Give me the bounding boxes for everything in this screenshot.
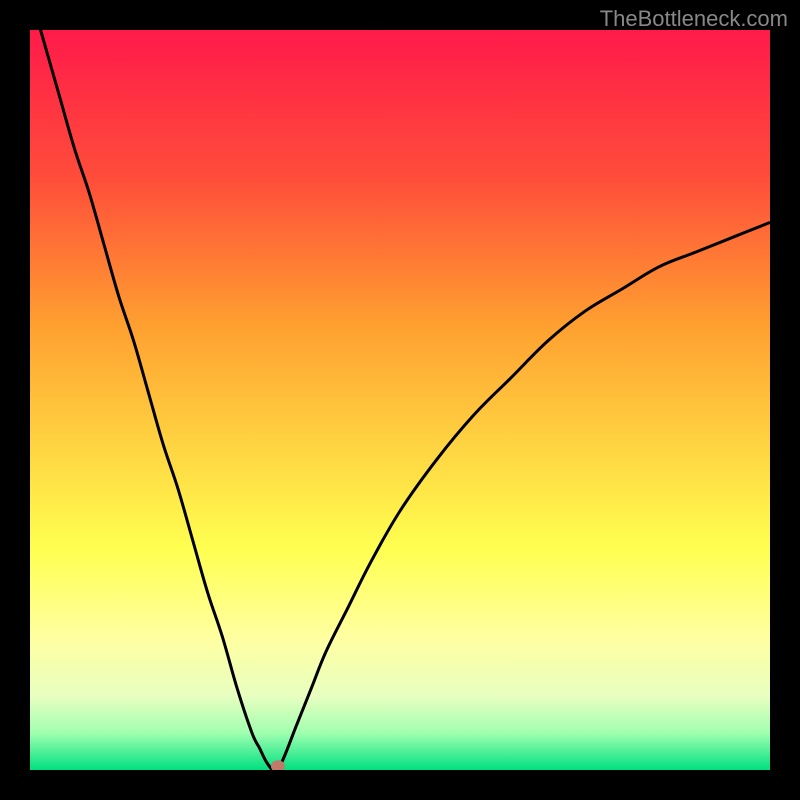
- gradient-background: [30, 30, 770, 770]
- chart-area: [30, 30, 770, 770]
- watermark-text: TheBottleneck.com: [600, 6, 788, 32]
- chart-svg: [30, 30, 770, 770]
